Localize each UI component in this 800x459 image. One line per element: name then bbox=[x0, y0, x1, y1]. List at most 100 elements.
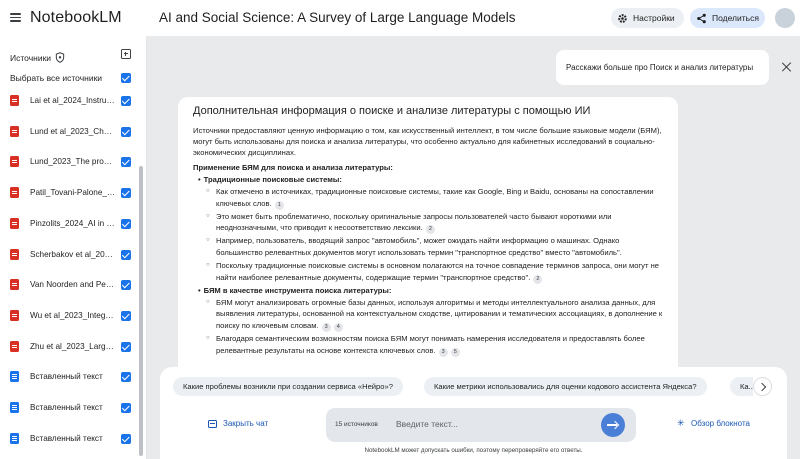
answer-intro: Источники предоставляют ценную информаци… bbox=[193, 126, 662, 157]
settings-label: Настройки bbox=[633, 13, 675, 23]
source-label: Wu et al_2023_Integrati... bbox=[30, 310, 116, 320]
source-checkbox[interactable] bbox=[121, 403, 131, 413]
pdf-file-icon bbox=[10, 309, 19, 321]
answer-bullet-text: Благодаря семантическим возможностям пои… bbox=[216, 333, 645, 355]
answer-card: Дополнительная информация о поиске и ана… bbox=[178, 97, 678, 407]
answer-title: Дополнительная информация о поиске и ана… bbox=[193, 105, 591, 117]
notebook-overview-button[interactable]: ✳ Обзор блокнота bbox=[677, 418, 750, 429]
citation-badge[interactable]: 5 bbox=[450, 347, 460, 357]
source-item[interactable]: Scherbakov et al_2024... bbox=[0, 244, 145, 266]
citation-badge[interactable]: 3 bbox=[438, 347, 448, 357]
share-icon bbox=[696, 13, 707, 24]
source-checkbox[interactable] bbox=[121, 157, 131, 168]
suggestion-chip[interactable]: Какие проблемы возникли при создании сер… bbox=[173, 377, 403, 396]
source-item[interactable]: Lai et al_2024_Instructi... bbox=[0, 90, 145, 112]
source-checkbox[interactable] bbox=[121, 126, 131, 137]
close-icon[interactable] bbox=[781, 62, 791, 72]
source-label: Lund et al_2023_Chatgp... bbox=[30, 126, 116, 136]
answer-bullet-text: Поскольку традиционные поисковые системы… bbox=[216, 260, 659, 282]
source-checkbox[interactable] bbox=[121, 341, 131, 352]
add-source-icon[interactable] bbox=[121, 49, 131, 59]
answer-bullet-text: БЯМ могут анализировать огромные базы да… bbox=[216, 297, 663, 330]
source-item[interactable]: Lund et al_2023_Chatgp... bbox=[0, 121, 145, 143]
source-item[interactable]: Van Noorden and Perkel_... bbox=[0, 274, 145, 296]
source-checkbox[interactable] bbox=[121, 310, 131, 321]
user-message: Расскажи больше про Поиск и анализ литер… bbox=[556, 50, 769, 85]
source-label: Вставленный текст bbox=[30, 372, 103, 382]
answer-section-title-text: Традиционные поисковые системы: bbox=[203, 175, 342, 184]
source-item[interactable]: Wu et al_2023_Integrati... bbox=[0, 305, 145, 327]
source-label: Van Noorden and Perkel_... bbox=[30, 280, 116, 290]
pdf-file-icon bbox=[10, 279, 19, 291]
source-checkbox[interactable] bbox=[121, 372, 131, 383]
citation-badge[interactable]: 1 bbox=[274, 200, 284, 210]
source-label: Вставленный текст bbox=[30, 403, 103, 412]
chat-input-placeholder[interactable]: Введите текст... bbox=[396, 419, 458, 429]
source-item[interactable]: Zhu et al_2023_Large la... bbox=[0, 336, 145, 358]
citation-badge[interactable]: 2 bbox=[533, 274, 543, 284]
sources-sidebar: Источники Выбрать все источники Lai et a… bbox=[0, 36, 147, 459]
chat-input-panel: Какие проблемы возникли при создании сер… bbox=[160, 367, 787, 459]
answer-section-title: Традиционные поисковые системы: bbox=[193, 174, 665, 185]
sparkle-icon: ✳ bbox=[677, 418, 685, 428]
menu-icon[interactable] bbox=[10, 13, 21, 22]
answer-bullet: Это может быть проблематично, поскольку … bbox=[193, 211, 665, 235]
source-item[interactable]: Pinzolits_2024_AI in acad... bbox=[0, 213, 145, 235]
source-checkbox[interactable] bbox=[121, 96, 131, 106]
chat-panel: Расскажи больше про Поиск и анализ литер… bbox=[147, 36, 800, 459]
suggestion-chip[interactable]: Ка... bbox=[730, 377, 753, 396]
answer-bullet: Например, пользователь, вводящий запрос … bbox=[193, 235, 665, 258]
citation-badge[interactable]: 3 bbox=[321, 322, 331, 332]
source-label: Scherbakov et al_2024... bbox=[30, 249, 116, 259]
source-checkbox[interactable] bbox=[121, 433, 131, 444]
pdf-file-icon bbox=[10, 125, 19, 137]
chevron-right-icon[interactable] bbox=[753, 377, 772, 396]
answer-section-title: БЯМ в качестве инструмента поиска литера… bbox=[193, 285, 665, 296]
close-chat-label: Закрыть чат bbox=[223, 419, 269, 428]
citation-badge[interactable]: 2 bbox=[425, 225, 435, 235]
source-checkbox[interactable] bbox=[121, 188, 131, 199]
share-button[interactable]: Поделиться bbox=[690, 8, 765, 28]
sources-heading: Источники bbox=[10, 52, 65, 63]
notebook-title[interactable]: AI and Social Science: A Survey of Large… bbox=[159, 10, 515, 25]
citation-badge[interactable]: 4 bbox=[333, 322, 343, 332]
close-chat-button[interactable]: Закрыть чат bbox=[208, 419, 268, 428]
chat-icon bbox=[208, 419, 217, 428]
sidebar-scrollbar[interactable] bbox=[139, 166, 143, 456]
pdf-file-icon bbox=[10, 248, 19, 260]
text-file-icon bbox=[10, 371, 19, 383]
source-label: Zhu et al_2023_Large la... bbox=[30, 341, 116, 351]
gear-icon bbox=[617, 13, 628, 24]
source-item[interactable]: Вставленный текст bbox=[0, 428, 145, 450]
text-file-icon bbox=[10, 432, 19, 444]
source-checkbox[interactable] bbox=[121, 249, 131, 260]
pdf-file-icon bbox=[10, 217, 19, 229]
pdf-file-icon bbox=[10, 340, 19, 352]
sources-title: Источники bbox=[10, 52, 52, 63]
pdf-file-icon bbox=[10, 187, 19, 199]
send-button[interactable] bbox=[601, 413, 625, 437]
chat-input-box[interactable]: 15 источников Введите текст... bbox=[326, 408, 636, 442]
app-brand[interactable]: NotebookLM bbox=[30, 9, 122, 27]
pdf-file-icon bbox=[10, 95, 19, 106]
shield-icon[interactable] bbox=[55, 52, 65, 63]
suggestion-chip[interactable]: Какие метрики использовались для оценки … bbox=[424, 377, 707, 396]
answer-bullet: Благодаря семантическим возможностям пои… bbox=[193, 333, 665, 357]
notebook-overview-label: Обзор блокнота bbox=[691, 419, 750, 428]
source-checkbox[interactable] bbox=[121, 218, 131, 229]
answer-sections: Традиционные поисковые системы: Как отмеч… bbox=[193, 174, 665, 357]
source-label: Lai et al_2024_Instructi... bbox=[30, 96, 116, 105]
source-count: 15 источников bbox=[335, 421, 378, 428]
source-label: Lund_2023_The promis... bbox=[30, 157, 116, 167]
source-item[interactable]: Lund_2023_The promis... bbox=[0, 151, 145, 173]
source-item[interactable]: Patil_Tovani-Palone_20... bbox=[0, 182, 145, 204]
answer-bullet: Как отмечено в источниках, традиционные … bbox=[193, 186, 665, 210]
source-item[interactable]: Вставленный текст bbox=[0, 366, 145, 388]
answer-bullet-text: Например, пользователь, вводящий запрос … bbox=[216, 236, 622, 258]
source-item[interactable]: Вставленный текст bbox=[0, 397, 145, 419]
avatar[interactable] bbox=[775, 8, 795, 28]
answer-bullet: БЯМ могут анализировать огромные базы да… bbox=[193, 297, 665, 332]
settings-button[interactable]: Настройки bbox=[611, 8, 684, 28]
select-all-checkbox[interactable] bbox=[121, 73, 131, 83]
source-checkbox[interactable] bbox=[121, 280, 131, 291]
